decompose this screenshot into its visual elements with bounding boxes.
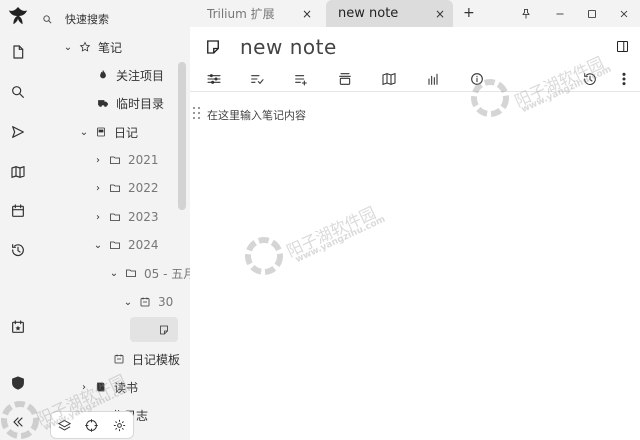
sliders-icon[interactable]: [204, 69, 224, 89]
trilium-logo-icon[interactable]: [6, 4, 30, 28]
tree-item-label: 2024: [128, 238, 159, 252]
calendar-day-icon: [138, 295, 152, 309]
calendar-day-icon: [112, 352, 126, 366]
tree-item-label: 临时目录: [116, 96, 165, 111]
note-icon[interactable]: [204, 38, 222, 60]
tab-label: new note: [338, 6, 399, 21]
maximize-icon[interactable]: [582, 4, 602, 24]
ribbon-toolbar: [190, 66, 640, 92]
history-icon[interactable]: [580, 69, 600, 89]
list-add-icon[interactable]: [291, 69, 311, 89]
tree-item-label: 2023: [128, 210, 159, 224]
folder-icon: [124, 266, 138, 280]
folder-icon: [108, 238, 122, 252]
note-title-row: new note: [190, 30, 640, 64]
more-menu-icon[interactable]: [614, 69, 634, 89]
tree-item-template[interactable]: 日记模板: [108, 349, 180, 369]
split-view-icon[interactable]: [615, 39, 630, 58]
tree-item-label: 30: [158, 295, 174, 309]
tab-trilium-extension[interactable]: Trilium 扩展 ×: [195, 0, 320, 27]
new-tab-button[interactable]: +: [463, 5, 475, 21]
close-icon[interactable]: ×: [302, 7, 312, 21]
calendar-book-icon: [94, 125, 108, 139]
chevron-right-icon[interactable]: ›: [78, 382, 90, 393]
launcher-bar: [0, 0, 36, 440]
tree-item-2024[interactable]: ⌄ 2024: [92, 235, 159, 255]
editor-placeholder: 在这里输入笔记内容: [207, 109, 306, 122]
quick-search[interactable]: 快速搜索: [42, 10, 182, 28]
today-calendar-icon[interactable]: [6, 315, 30, 339]
history-icon[interactable]: [6, 238, 30, 262]
quick-search-label: 快速搜索: [65, 13, 109, 26]
tree-item-label: 关注项目: [116, 68, 165, 83]
tree-item-2023[interactable]: › 2023: [92, 207, 159, 227]
tree-item-starred[interactable]: 关注项目: [92, 65, 164, 85]
tree-item-journal[interactable]: ⌄ 日记: [78, 122, 138, 142]
archive-icon[interactable]: [335, 69, 355, 89]
tab-new-note[interactable]: new note ×: [326, 0, 453, 27]
chevron-down-icon[interactable]: ⌄: [122, 297, 134, 308]
tree-item-label: 笔记: [98, 40, 123, 55]
search-icon[interactable]: [6, 80, 30, 104]
note-editor[interactable]: 在这里输入笔记内容: [190, 104, 640, 440]
info-icon[interactable]: [467, 69, 487, 89]
drag-handle-icon[interactable]: [193, 107, 201, 121]
map-icon[interactable]: [6, 160, 30, 184]
tree-scrollbar[interactable]: [178, 62, 186, 210]
chevron-right-icon[interactable]: ›: [92, 212, 104, 223]
chevron-down-icon[interactable]: ⌄: [92, 240, 104, 251]
tab-bar: Trilium 扩展 × new note × +: [190, 0, 640, 27]
tree-item-root[interactable]: ⌄ 笔记: [62, 37, 122, 57]
chevron-down-icon[interactable]: ⌄: [62, 42, 74, 53]
send-icon[interactable]: [6, 120, 30, 144]
tree-item-2021[interactable]: › 2021: [92, 150, 159, 170]
tree-item-label: 日记: [114, 125, 139, 140]
chevron-right-icon[interactable]: ›: [92, 155, 104, 166]
tree-item-label: 05 - 五月: [144, 266, 190, 281]
book-icon: [94, 380, 108, 394]
star-outline-icon: [78, 40, 92, 54]
tree-item-active-note[interactable]: [130, 317, 178, 342]
tree-item-label: 2022: [128, 181, 159, 195]
tree-item-label: 日记模板: [132, 352, 181, 367]
note-icon: [160, 325, 168, 334]
folder-icon: [108, 210, 122, 224]
new-note-icon[interactable]: [6, 40, 30, 64]
fire-icon: [96, 68, 110, 82]
tab-label: Trilium 扩展: [207, 7, 275, 21]
close-icon[interactable]: ×: [435, 7, 445, 21]
folder-icon: [108, 181, 122, 195]
gear-icon[interactable]: [112, 418, 127, 433]
tree-item-books[interactable]: › 读书: [78, 377, 138, 397]
tree-item-month[interactable]: ⌄ 05 - 五月: [108, 263, 190, 283]
tree-item-2022[interactable]: › 2022: [92, 178, 159, 198]
layers-icon[interactable]: [57, 418, 72, 433]
crosshair-icon[interactable]: [84, 418, 99, 433]
chevron-down-icon[interactable]: ⌄: [108, 268, 120, 279]
calendar-icon[interactable]: [6, 199, 30, 223]
collapse-launcher-icon[interactable]: [6, 410, 30, 434]
search-icon: [43, 14, 52, 23]
map-icon[interactable]: [379, 69, 399, 89]
window-close-icon[interactable]: [614, 4, 634, 24]
truck-icon: [96, 96, 110, 110]
chevron-right-icon[interactable]: ›: [92, 183, 104, 194]
minimize-icon[interactable]: [550, 4, 570, 24]
tree-footer-toolbar: [50, 411, 134, 439]
bar-chart-icon[interactable]: [423, 69, 443, 89]
checklist-icon[interactable]: [247, 69, 267, 89]
note-tree-panel: 快速搜索 ⌄ 笔记 关注项目 临时目录 ⌄ 日记 › 2021 › 2022 ›…: [36, 0, 190, 440]
tree-item-temp[interactable]: 临时目录: [92, 93, 164, 113]
tree-item-label: 2021: [128, 153, 159, 167]
note-title[interactable]: new note: [240, 35, 337, 59]
protected-session-icon[interactable]: [6, 371, 30, 395]
folder-icon: [108, 153, 122, 167]
tree-item-label: 读书: [114, 380, 139, 395]
tree-item-day[interactable]: ⌄ 30: [122, 292, 173, 312]
chevron-down-icon[interactable]: ⌄: [78, 127, 90, 138]
pin-icon[interactable]: [516, 4, 536, 24]
